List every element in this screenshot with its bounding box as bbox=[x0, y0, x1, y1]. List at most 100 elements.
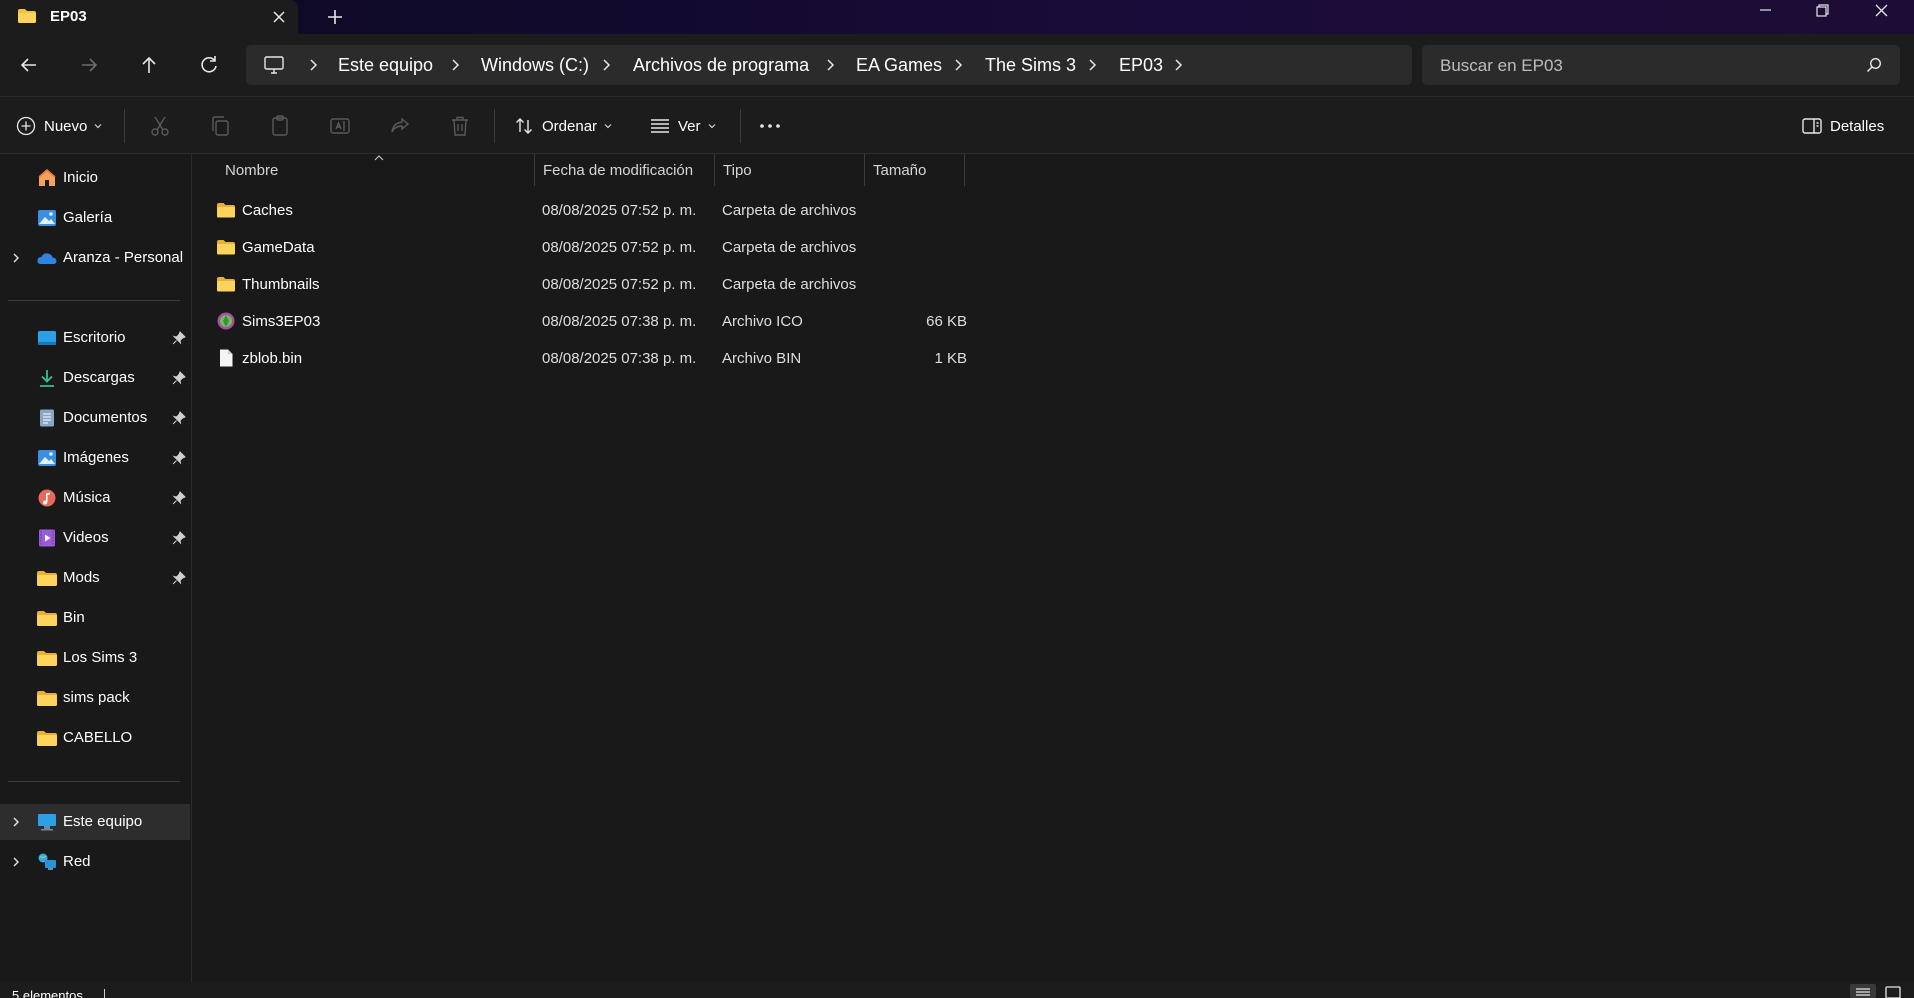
chevron-right-icon[interactable] bbox=[10, 252, 22, 264]
delete-icon[interactable] bbox=[448, 114, 472, 138]
navigation-bar: Este equipo Windows (C:) Archivos de pro… bbox=[0, 34, 1914, 96]
chevron-right-icon[interactable] bbox=[1171, 56, 1185, 74]
column-header-label: Fecha de modificación bbox=[543, 162, 694, 179]
pin-icon[interactable] bbox=[172, 531, 186, 545]
cut-icon[interactable] bbox=[148, 114, 172, 138]
sidebar-item-los-sims-3[interactable]: Los Sims 3 bbox=[0, 640, 190, 676]
file-name[interactable]: Caches bbox=[242, 202, 293, 219]
folder-icon bbox=[37, 731, 57, 746]
column-divider[interactable] bbox=[964, 154, 965, 186]
table-row[interactable]: zblob.bin 08/08/2025 07:38 p. m. Archivo… bbox=[213, 340, 1165, 377]
sidebar-item-videos[interactable]: Videos bbox=[0, 520, 190, 556]
refresh-icon[interactable] bbox=[194, 50, 224, 80]
column-header-tamano[interactable]: Tamaño bbox=[865, 154, 965, 186]
sidebar-item-documentos[interactable]: Documentos bbox=[0, 400, 190, 436]
file-modified: 08/08/2025 07:38 p. m. bbox=[542, 313, 697, 330]
pin-icon[interactable] bbox=[172, 331, 186, 345]
file-name[interactable]: Thumbnails bbox=[242, 276, 320, 293]
onedrive-cloud-icon bbox=[37, 253, 57, 264]
file-list[interactable]: Nombre Fecha de modificación Tipo Tamaño… bbox=[193, 154, 1914, 982]
navigation-pane[interactable]: Inicio Galería Aranza - Personal Escrito… bbox=[0, 154, 192, 982]
download-icon bbox=[40, 370, 54, 387]
sidebar-item-imagenes[interactable]: Imágenes bbox=[0, 440, 190, 476]
breadcrumb-item-ep03[interactable]: EP03 bbox=[1119, 55, 1163, 76]
table-row[interactable]: Caches 08/08/2025 07:52 p. m. Carpeta de… bbox=[213, 192, 1165, 229]
sidebar-item-inicio[interactable]: Inicio bbox=[0, 160, 190, 196]
breadcrumb-item-este-equipo[interactable]: Este equipo bbox=[338, 55, 433, 76]
search-icon[interactable] bbox=[1866, 57, 1882, 73]
breadcrumb-item-ea-games[interactable]: EA Games bbox=[856, 55, 942, 76]
table-row[interactable]: Sims3EP03 08/08/2025 07:38 p. m. Archivo… bbox=[213, 303, 1165, 340]
table-row[interactable]: GameData 08/08/2025 07:52 p. m. Carpeta … bbox=[213, 229, 1165, 266]
tab-title: EP03 bbox=[50, 8, 87, 25]
column-header-label: Tamaño bbox=[873, 162, 927, 179]
table-row[interactable]: Thumbnails 08/08/2025 07:52 p. m. Carpet… bbox=[213, 266, 1165, 303]
sort-button[interactable]: Ordenar bbox=[514, 111, 613, 141]
back-arrow-icon[interactable] bbox=[14, 50, 44, 80]
file-name[interactable]: Sims3EP03 bbox=[242, 313, 320, 330]
pin-icon[interactable] bbox=[172, 411, 186, 425]
restore-icon[interactable] bbox=[1794, 0, 1852, 34]
column-header-label: Tipo bbox=[723, 162, 752, 179]
sidebar-item-aranza-personal[interactable]: Aranza - Personal bbox=[0, 240, 190, 276]
up-arrow-icon[interactable] bbox=[134, 50, 164, 80]
breadcrumb-item-archivos-de-programa[interactable]: Archivos de programa bbox=[633, 55, 809, 76]
sidebar-item-escritorio[interactable]: Escritorio bbox=[0, 320, 190, 356]
view-button[interactable]: Ver bbox=[650, 111, 717, 141]
breadcrumb-item-the-sims-3[interactable]: The Sims 3 bbox=[985, 55, 1076, 76]
chevron-right-icon[interactable] bbox=[10, 856, 22, 868]
details-view-icon[interactable] bbox=[1850, 984, 1876, 998]
breadcrumb[interactable]: Este equipo Windows (C:) Archivos de pro… bbox=[246, 45, 1412, 85]
tiles-view-icon[interactable] bbox=[1880, 984, 1906, 998]
column-header-tipo[interactable]: Tipo bbox=[715, 154, 865, 186]
pictures-icon bbox=[38, 450, 56, 466]
pin-icon[interactable] bbox=[172, 491, 186, 505]
column-header-nombre[interactable]: Nombre bbox=[217, 154, 465, 186]
more-options-icon[interactable] bbox=[758, 114, 782, 138]
close-icon[interactable] bbox=[268, 6, 290, 28]
computer-icon[interactable] bbox=[264, 55, 284, 75]
details-pane-button[interactable]: Detalles bbox=[1802, 111, 1884, 141]
sidebar-item-este-equipo[interactable]: Este equipo bbox=[0, 804, 190, 840]
music-icon bbox=[38, 489, 56, 507]
search-input[interactable]: Buscar en EP03 bbox=[1422, 45, 1900, 85]
paste-icon[interactable] bbox=[268, 114, 292, 138]
new-button[interactable]: Nuevo bbox=[16, 111, 103, 141]
sidebar-item-label: Red bbox=[63, 853, 91, 870]
chevron-right-icon[interactable] bbox=[823, 56, 837, 74]
new-tab-plus-icon[interactable] bbox=[324, 6, 346, 28]
share-icon[interactable] bbox=[388, 114, 412, 138]
copy-icon[interactable] bbox=[208, 114, 232, 138]
folder-icon bbox=[37, 651, 57, 666]
sidebar-item-bin[interactable]: Bin bbox=[0, 600, 190, 636]
sidebar-item-musica[interactable]: Música bbox=[0, 480, 190, 516]
file-name[interactable]: GameData bbox=[242, 239, 315, 256]
status-bar: 5 elementos bbox=[0, 982, 1914, 998]
sidebar-item-mods[interactable]: Mods bbox=[0, 560, 190, 596]
chevron-right-icon[interactable] bbox=[951, 56, 965, 74]
column-header-fecha[interactable]: Fecha de modificación bbox=[535, 154, 715, 186]
home-icon bbox=[38, 169, 56, 186]
breadcrumb-item-windows-c[interactable]: Windows (C:) bbox=[481, 55, 589, 76]
chevron-right-icon[interactable] bbox=[10, 816, 22, 828]
gallery-icon bbox=[38, 210, 56, 226]
sidebar-item-red[interactable]: Red bbox=[0, 844, 190, 880]
tab-ep03[interactable]: EP03 bbox=[0, 0, 298, 34]
sidebar-item-sims-pack[interactable]: sims pack bbox=[0, 680, 190, 716]
sidebar-item-descargas[interactable]: Descargas bbox=[0, 360, 190, 396]
chevron-right-icon[interactable] bbox=[1085, 56, 1099, 74]
file-name[interactable]: zblob.bin bbox=[242, 350, 302, 367]
rename-icon[interactable] bbox=[328, 114, 352, 138]
chevron-right-icon[interactable] bbox=[448, 56, 462, 74]
chevron-right-icon[interactable] bbox=[306, 56, 320, 74]
pin-icon[interactable] bbox=[172, 451, 186, 465]
chevron-right-icon[interactable] bbox=[599, 56, 613, 74]
minimize-icon[interactable] bbox=[1736, 0, 1794, 34]
window-close-icon[interactable] bbox=[1852, 0, 1910, 34]
pin-icon[interactable] bbox=[172, 571, 186, 585]
details-pane-icon bbox=[1802, 118, 1822, 134]
sidebar-item-cabello[interactable]: CABELLO bbox=[0, 720, 190, 756]
forward-arrow-icon[interactable] bbox=[74, 50, 104, 80]
pin-icon[interactable] bbox=[172, 371, 186, 385]
sidebar-item-galeria[interactable]: Galería bbox=[0, 200, 190, 236]
